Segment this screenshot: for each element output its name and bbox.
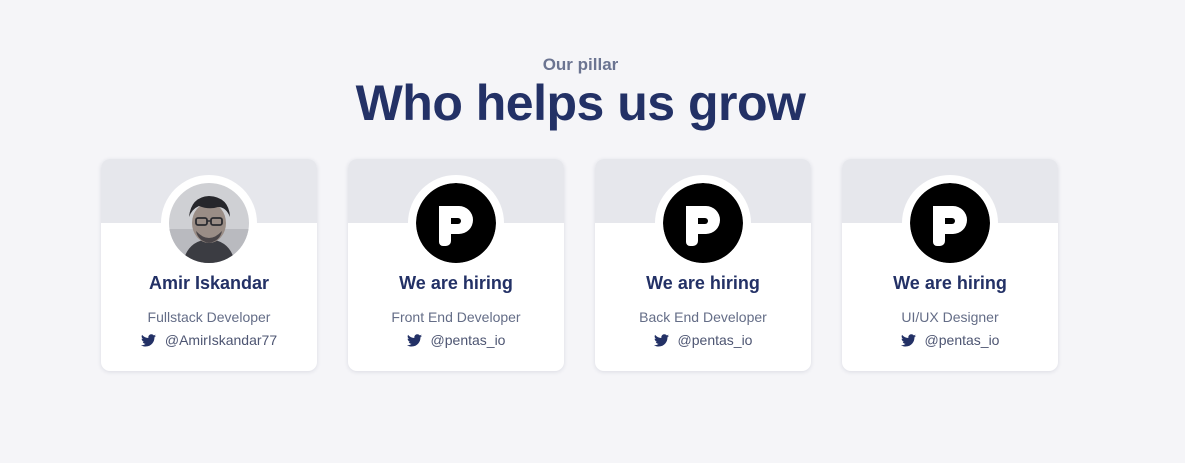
team-card: We are hiring Front End Developer @penta… [348,159,564,371]
team-card: We are hiring Back End Developer @pentas… [595,159,811,371]
section-eyebrow: Our pillar [542,55,619,74]
team-card: Amir Iskandar Fullstack Developer @AmirI… [101,159,317,371]
twitter-link[interactable]: @AmirIskandar77 [101,332,317,348]
card-role: Front End Developer [391,309,521,325]
avatar-ring [408,175,504,271]
avatar-ring [161,175,257,271]
twitter-link[interactable]: @pentas_io [842,332,1058,348]
twitter-link[interactable]: @pentas_io [595,332,811,348]
card-role: Back End Developer [639,309,767,325]
card-role: Fullstack Developer [147,309,271,325]
twitter-icon [406,333,422,347]
pentas-logo-icon [663,183,743,263]
card-name: Amir Iskandar [148,273,270,293]
person-photo-avatar [169,183,249,263]
twitter-icon [653,333,669,347]
section-heading: Who helps us grow [355,75,806,131]
twitter-handle: @pentas_io [430,332,506,348]
team-card-list: Amir Iskandar Fullstack Developer @AmirI… [101,159,1058,371]
twitter-handle: @AmirIskandar77 [164,332,278,348]
avatar [169,183,249,263]
avatar-ring [655,175,751,271]
card-name: We are hiring [399,273,513,293]
twitter-icon [140,333,156,347]
twitter-handle: @pentas_io [924,332,1000,348]
twitter-handle: @pentas_io [677,332,753,348]
twitter-icon [900,333,916,347]
avatar [910,183,990,263]
pentas-logo-icon [910,183,990,263]
avatar [663,183,743,263]
pentas-logo-icon [416,183,496,263]
team-card: We are hiring UI/UX Designer @pentas_io [842,159,1058,371]
avatar [416,183,496,263]
card-name: We are hiring [893,273,1007,293]
card-name: We are hiring [646,273,760,293]
avatar-ring [902,175,998,271]
team-section: Our pillar Who helps us grow Amir Iskand… [0,0,1185,463]
twitter-link[interactable]: @pentas_io [348,332,564,348]
card-role: UI/UX Designer [901,309,999,325]
